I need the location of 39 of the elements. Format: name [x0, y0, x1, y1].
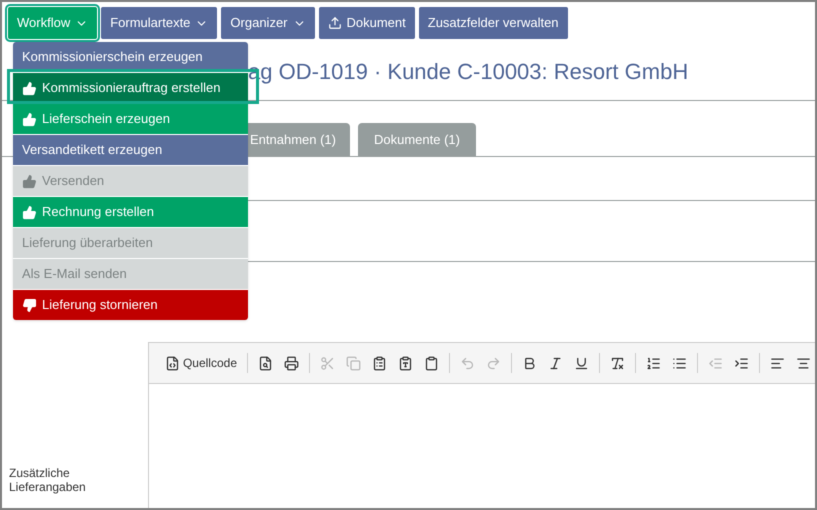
menu-item[interactable]: Lieferschein erzeugen	[13, 104, 248, 134]
align-left-icon	[770, 356, 785, 370]
paste-text-icon	[398, 356, 413, 370]
menu-item[interactable]: Kommissionierschein erzeugen	[13, 42, 248, 72]
redo-icon	[486, 356, 501, 370]
cut-icon	[320, 356, 335, 370]
italic-icon	[548, 356, 563, 370]
source-code-icon	[164, 356, 180, 370]
thumbs-up-icon	[22, 112, 37, 126]
bullet-list-icon	[672, 356, 687, 370]
thumbs-down-icon	[22, 298, 37, 312]
thumbs-up-icon	[22, 204, 37, 220]
bold-icon	[522, 356, 537, 370]
print-icon	[284, 356, 299, 370]
menu-item[interactable]: Lieferung stornieren	[13, 290, 248, 320]
editor-button[interactable]: Quellcode	[160, 350, 241, 376]
toolbar-button[interactable]: Workflow	[8, 7, 98, 39]
preview-icon	[258, 356, 273, 370]
align-center-icon	[796, 356, 811, 370]
upload-icon	[328, 16, 342, 30]
field-label: Zusätzliche Lieferangaben	[9, 466, 87, 494]
menu-item[interactable]: Kommissionierauftrag erstellen	[13, 73, 248, 103]
indent-icon	[734, 356, 749, 370]
copy-icon	[346, 356, 361, 370]
toolbar-button[interactable]: Dokument	[318, 7, 415, 39]
numbered-list-icon	[646, 356, 661, 370]
clear-format-icon	[610, 356, 625, 370]
toolbar-button[interactable]: Zusatzfelder verwalten	[418, 7, 568, 39]
toolbar-button[interactable]: Organizer	[221, 7, 314, 39]
menu-item[interactable]: Versandetikett erzeugen	[13, 135, 248, 165]
undo-icon	[460, 356, 475, 370]
toolbar-button[interactable]: Formulartexte	[101, 7, 218, 39]
menu-item[interactable]: Rechnung erstellen	[13, 197, 248, 227]
underline-icon	[574, 356, 589, 370]
tab[interactable]: Dokumente (1)	[358, 123, 476, 156]
thumbs-up-icon	[22, 80, 37, 96]
paste-icon	[372, 356, 387, 370]
thumbs-up-icon	[22, 174, 37, 188]
outdent-icon	[708, 356, 723, 370]
